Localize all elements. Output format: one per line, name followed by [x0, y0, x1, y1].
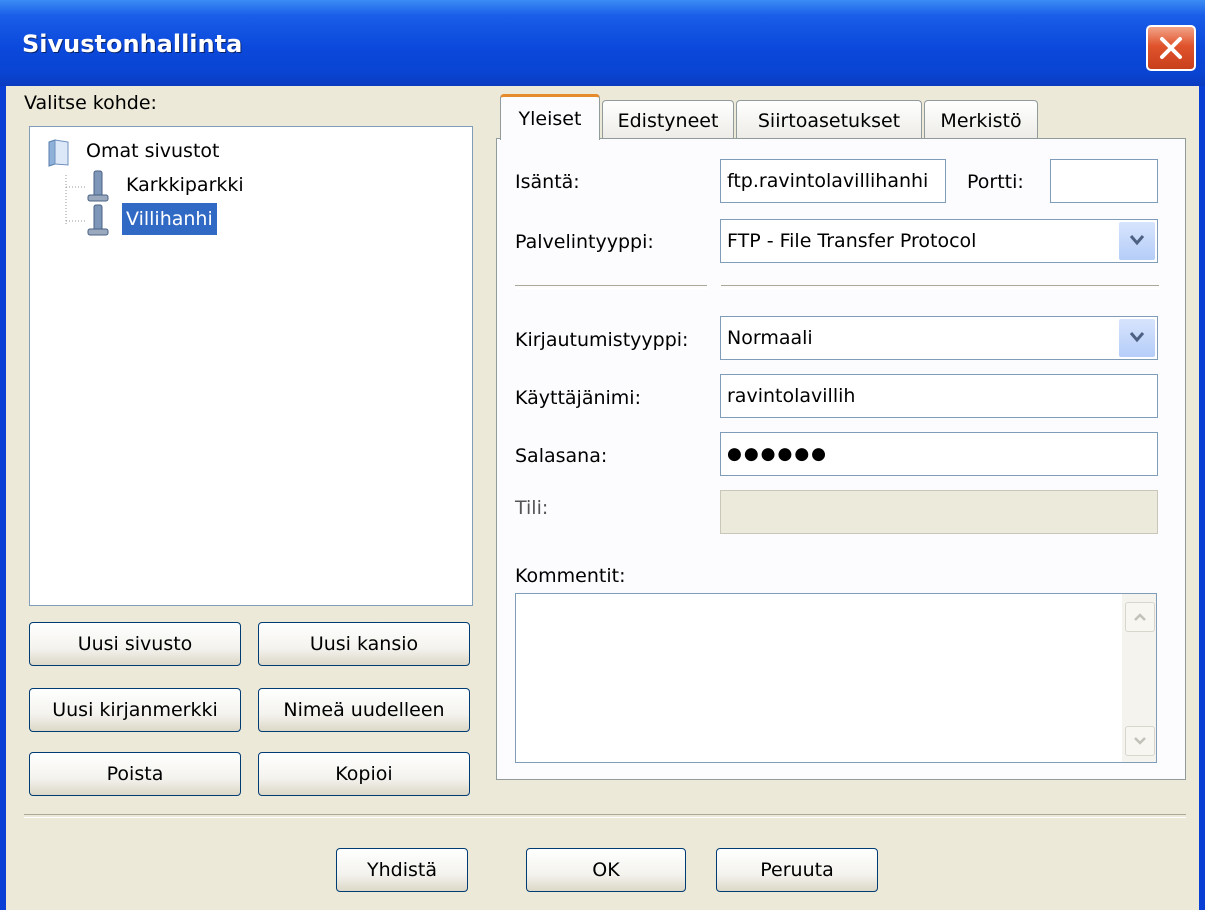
site-manager-window: Sivustonhallinta Valitse kohde: Omat siv… [0, 0, 1205, 910]
chevron-down-icon [1134, 737, 1146, 745]
logon-type-select[interactable]: Normaali [720, 316, 1158, 360]
password-input[interactable]: ●●●●●● [720, 432, 1158, 476]
site-tree[interactable]: Omat sivustot Karkkiparkki Villihanhi [29, 126, 473, 606]
chevron-down-icon [1129, 235, 1145, 246]
new-site-button[interactable]: Uusi sivusto [29, 622, 241, 666]
tree-label-villihanhi: Villihanhi [122, 203, 217, 235]
title-bar[interactable]: Sivustonhallinta [0, 0, 1205, 86]
chevron-down-icon [1129, 332, 1145, 343]
tree-item-root[interactable]: Omat sivustot [46, 135, 306, 169]
delete-button[interactable]: Poista [29, 752, 241, 796]
dialog-client-area: Valitse kohde: Omat sivustot Karkkiparkk… [6, 86, 1199, 910]
server-type-label: Palvelintyyppi: [515, 231, 654, 253]
server-type-select[interactable]: FTP - File Transfer Protocol [720, 219, 1158, 263]
logon-type-dropdown-button[interactable] [1119, 319, 1155, 357]
tab-charset[interactable]: Merkistö [924, 100, 1038, 140]
server-icon [87, 204, 109, 236]
new-bookmark-button[interactable]: Uusi kirjanmerkki [29, 688, 241, 732]
tree-item-villihanhi[interactable]: Villihanhi [86, 203, 346, 237]
server-type-dropdown-button[interactable] [1119, 222, 1155, 260]
tree-item-karkkiparkki[interactable]: Karkkiparkki [86, 169, 346, 203]
host-input[interactable]: ftp.ravintolavillihanhi [720, 159, 946, 203]
copy-button[interactable]: Kopioi [258, 752, 470, 796]
tree-label-karkkiparkki: Karkkiparkki [126, 174, 244, 196]
scroll-down-button[interactable] [1125, 726, 1155, 756]
account-label: Tili: [515, 497, 549, 519]
tab-general[interactable]: Yleiset [500, 94, 600, 140]
cancel-button[interactable]: Peruuta [716, 848, 878, 892]
separator-right [721, 285, 1159, 289]
select-entry-label: Valitse kohde: [24, 92, 157, 114]
chevron-up-icon [1134, 613, 1146, 621]
account-input [720, 490, 1158, 534]
connect-button[interactable]: Yhdistä [336, 848, 468, 892]
rename-button[interactable]: Nimeä uudelleen [258, 688, 470, 732]
port-input[interactable] [1050, 159, 1158, 203]
server-icon [87, 170, 109, 202]
new-folder-button[interactable]: Uusi kansio [258, 622, 470, 666]
logon-type-label: Kirjautumistyyppi: [515, 329, 689, 351]
comments-label: Kommentit: [515, 565, 626, 587]
general-tab-panel: Isäntä: ftp.ravintolavillihanhi Portti: … [496, 138, 1186, 780]
password-label: Salasana: [515, 445, 608, 467]
username-input[interactable]: ravintolavillih [720, 374, 1158, 418]
tab-advanced[interactable]: Edistyneet [602, 100, 734, 140]
username-label: Käyttäjänimi: [515, 387, 641, 409]
logon-type-value: Normaali [727, 327, 813, 349]
tab-transfer-settings[interactable]: Siirtoasetukset [736, 100, 922, 140]
server-type-value: FTP - File Transfer Protocol [727, 230, 977, 252]
bottom-separator [24, 814, 1186, 818]
folder-icon [48, 139, 69, 167]
port-label: Portti: [967, 171, 1024, 193]
ok-button[interactable]: OK [526, 848, 686, 892]
comments-textarea[interactable] [515, 593, 1157, 763]
separator-left [515, 285, 707, 289]
window-title: Sivustonhallinta [22, 30, 243, 58]
comments-scrollbar[interactable] [1122, 594, 1156, 762]
scroll-up-button[interactable] [1125, 602, 1155, 632]
tree-label-root: Omat sivustot [86, 140, 220, 162]
close-button[interactable] [1146, 25, 1196, 71]
close-icon [1160, 37, 1182, 59]
host-label: Isäntä: [515, 171, 580, 193]
